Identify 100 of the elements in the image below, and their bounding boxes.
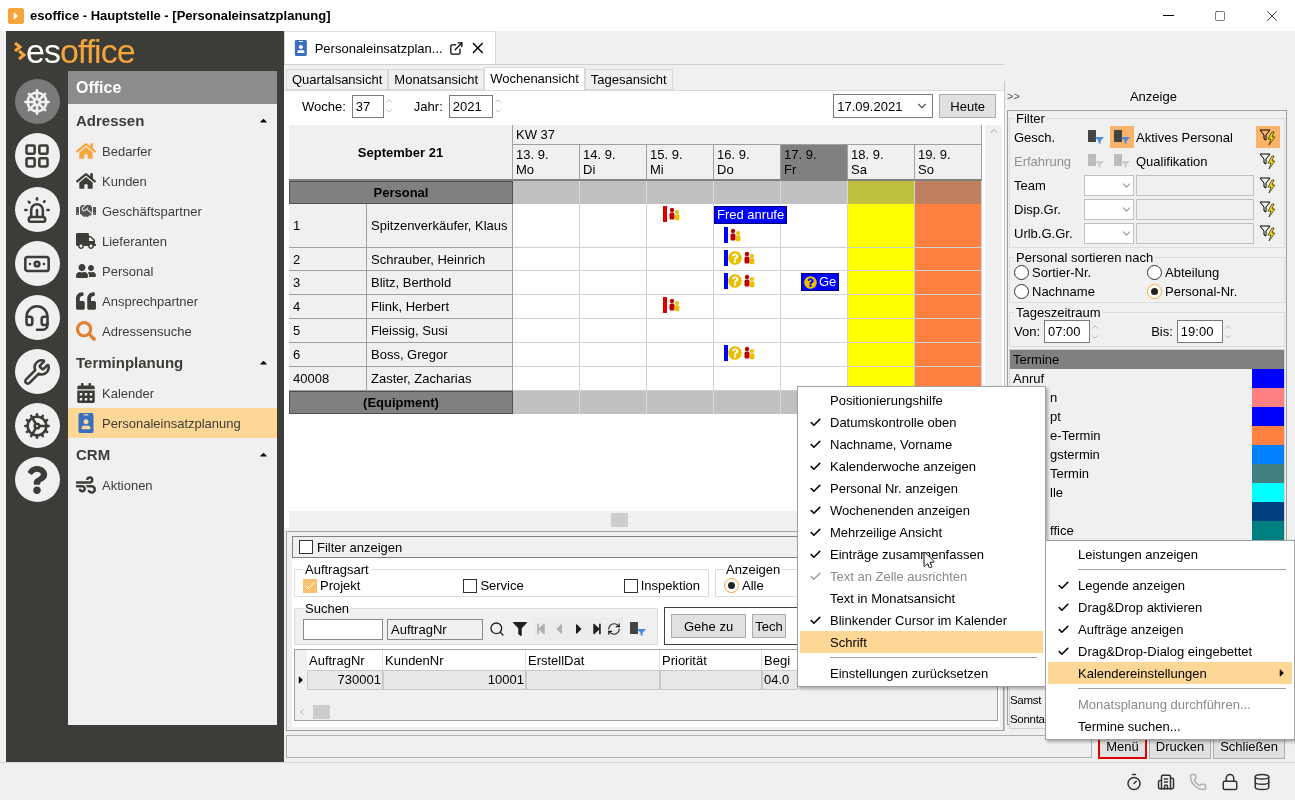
- search-field[interactable]: [303, 618, 383, 640]
- grid-board-icon[interactable]: [14, 133, 60, 178]
- menu-item[interactable]: Kalenderwoche anzeigen: [800, 455, 1043, 477]
- day-cell[interactable]: [513, 248, 580, 271]
- menu-item[interactable]: Datumskontrolle oben: [800, 411, 1043, 433]
- view-tab[interactable]: Wochenansicht: [484, 67, 585, 90]
- day-cell[interactable]: [848, 271, 915, 295]
- menu-item[interactable]: Kalendereinstellungen: [1048, 662, 1292, 684]
- menu-item[interactable]: Aufträge anzeigen: [1048, 618, 1292, 640]
- collapse-button[interactable]: >>: [1007, 90, 1020, 102]
- day-cell[interactable]: [580, 295, 647, 319]
- section-title[interactable]: Adressen: [76, 111, 145, 129]
- nav-item[interactable]: Lieferanten: [68, 226, 277, 256]
- day-cell[interactable]: [513, 343, 580, 367]
- headset-icon[interactable]: [14, 295, 60, 340]
- siren-icon[interactable]: [14, 187, 60, 232]
- pop-out-icon[interactable]: [448, 40, 464, 56]
- day-cell[interactable]: [580, 343, 647, 367]
- day-cell[interactable]: [848, 248, 915, 271]
- menu-item[interactable]: Mehrzeilige Ansicht: [800, 521, 1043, 543]
- day-cell[interactable]: [714, 343, 781, 367]
- year-field[interactable]: 2021: [448, 94, 493, 118]
- day-cell[interactable]: [580, 367, 647, 391]
- day-cell[interactable]: [848, 343, 915, 367]
- day-cell[interactable]: [580, 248, 647, 271]
- from-time-field[interactable]: 07:00: [1044, 320, 1091, 343]
- appointment-entry[interactable]: Fred anrufe: [714, 206, 788, 224]
- column-header[interactable]: Priorität: [660, 650, 762, 670]
- date-picker[interactable]: 17.09.2021: [833, 94, 934, 118]
- menu-item[interactable]: Positionierungshilfe: [800, 389, 1043, 411]
- search-column-field[interactable]: AuftragNr: [387, 618, 483, 640]
- day-cell[interactable]: [781, 295, 848, 319]
- filter-field[interactable]: [1136, 174, 1254, 196]
- goto-button[interactable]: Gehe zu: [671, 614, 747, 638]
- today-button[interactable]: Heute: [939, 94, 996, 118]
- ship-wheel-icon[interactable]: [14, 79, 60, 124]
- timer-icon[interactable]: [1125, 772, 1143, 791]
- day-header[interactable]: 19. 9. So: [915, 145, 982, 181]
- day-cell[interactable]: [513, 319, 580, 343]
- day-cell[interactable]: [915, 295, 982, 319]
- refresh-icon[interactable]: [605, 622, 623, 636]
- nav-item[interactable]: Ansprechpartner: [68, 286, 277, 316]
- goto-button[interactable]: Tech: [752, 614, 786, 638]
- view-tab[interactable]: Monatsansicht: [388, 69, 485, 90]
- day-header[interactable]: 13. 9. Mo: [513, 145, 580, 181]
- day-cell[interactable]: [848, 319, 915, 343]
- day-cell[interactable]: [580, 319, 647, 343]
- day-cell[interactable]: [647, 271, 714, 295]
- checkbox[interactable]: [463, 578, 478, 593]
- day-cell[interactable]: [513, 367, 580, 391]
- day-header[interactable]: 14. 9. Di: [580, 145, 647, 181]
- day-cell[interactable]: [647, 343, 714, 367]
- day-cell[interactable]: [714, 319, 781, 343]
- menu-item[interactable]: Einstellungen zurücksetzen: [800, 662, 1043, 684]
- dropdown[interactable]: [1084, 222, 1134, 244]
- appointment-entry[interactable]: Ge: [801, 273, 840, 291]
- scroll-left-icon[interactable]: [297, 706, 307, 717]
- radio-button[interactable]: [1147, 284, 1162, 299]
- day-cell[interactable]: [647, 295, 714, 319]
- nav-item[interactable]: Aktionen: [68, 470, 277, 500]
- building-filter-icon[interactable]: [1110, 126, 1134, 148]
- day-cell[interactable]: [647, 367, 714, 391]
- day-cell[interactable]: [915, 343, 982, 367]
- nav-item[interactable]: Bedarfer: [68, 136, 277, 166]
- filter-icon[interactable]: [511, 622, 529, 636]
- day-cell[interactable]: [647, 319, 714, 343]
- database-icon[interactable]: [1253, 772, 1271, 791]
- menu-item[interactable]: Drag&Drop aktivieren: [1048, 596, 1292, 618]
- dropdown[interactable]: [1084, 174, 1134, 196]
- day-cell[interactable]: [915, 204, 982, 248]
- nav-item[interactable]: Adressensuche: [68, 316, 277, 346]
- day-cell[interactable]: [580, 204, 647, 248]
- to-time-field[interactable]: 19:00: [1176, 320, 1223, 343]
- day-cell[interactable]: [848, 295, 915, 319]
- day-cell[interactable]: [915, 271, 982, 295]
- week-field[interactable]: 37: [351, 94, 384, 118]
- menu-item[interactable]: Termine suchen...: [1048, 715, 1292, 737]
- day-cell[interactable]: [714, 248, 781, 271]
- document-tab[interactable]: Personaleinsatzplan...: [284, 31, 496, 64]
- day-cell[interactable]: [647, 204, 714, 248]
- day-cell[interactable]: [580, 271, 647, 295]
- checkbox[interactable]: [299, 540, 313, 554]
- nav-item[interactable]: Personal: [68, 256, 277, 286]
- scroll-thumb[interactable]: [313, 704, 330, 719]
- lock-icon[interactable]: [1221, 772, 1239, 791]
- day-header[interactable]: 17. 9. Fr: [781, 145, 848, 181]
- nav-item[interactable]: Kunden: [68, 166, 277, 196]
- day-cell[interactable]: [848, 204, 915, 248]
- day-cell[interactable]: Ge: [781, 271, 848, 295]
- building-filter-icon[interactable]: [627, 621, 649, 637]
- menu-item[interactable]: Personal Nr. anzeigen: [800, 477, 1043, 499]
- building-icon[interactable]: [1157, 772, 1175, 791]
- column-header[interactable]: ErstellDat: [526, 650, 660, 670]
- gear-icon[interactable]: [14, 403, 60, 448]
- day-cell[interactable]: [714, 271, 781, 295]
- radio-button[interactable]: [1014, 265, 1029, 280]
- filter-bolt-icon[interactable]: [1256, 126, 1280, 148]
- day-cell[interactable]: [513, 271, 580, 295]
- section-title[interactable]: CRM: [76, 445, 111, 463]
- day-cell[interactable]: [915, 248, 982, 271]
